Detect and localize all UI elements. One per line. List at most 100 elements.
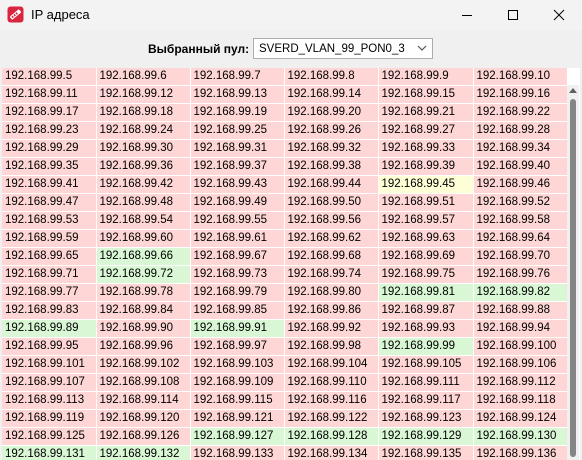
ip-cell[interactable]: 192.168.99.20 (284, 103, 379, 122)
ip-cell[interactable]: 192.168.99.127 (190, 427, 285, 446)
ip-cell[interactable]: 192.168.99.92 (284, 319, 379, 338)
maximize-button[interactable] (490, 0, 536, 30)
ip-cell[interactable]: 192.168.99.93 (378, 319, 474, 338)
ip-cell[interactable]: 192.168.99.107 (2, 373, 97, 392)
minimize-button[interactable] (444, 0, 490, 30)
ip-cell[interactable]: 192.168.99.129 (378, 427, 474, 446)
ip-cell[interactable]: 192.168.99.12 (96, 85, 191, 104)
ip-cell[interactable]: 192.168.99.101 (2, 355, 97, 374)
ip-cell[interactable]: 192.168.99.28 (473, 121, 568, 140)
ip-cell[interactable]: 192.168.99.56 (284, 211, 379, 230)
ip-cell[interactable]: 192.168.99.133 (190, 445, 285, 460)
ip-cell[interactable]: 192.168.99.50 (284, 193, 379, 212)
ip-cell[interactable]: 192.168.99.73 (190, 265, 285, 284)
ip-cell[interactable]: 192.168.99.77 (2, 283, 97, 302)
ip-cell[interactable]: 192.168.99.35 (2, 157, 97, 176)
ip-cell[interactable]: 192.168.99.95 (2, 337, 97, 356)
ip-cell[interactable]: 192.168.99.117 (378, 391, 474, 410)
ip-cell[interactable]: 192.168.99.70 (473, 247, 568, 266)
ip-cell[interactable]: 192.168.99.25 (190, 121, 285, 140)
ip-cell[interactable]: 192.168.99.53 (2, 211, 97, 230)
ip-cell[interactable]: 192.168.99.7 (190, 68, 285, 86)
ip-cell[interactable]: 192.168.99.48 (96, 193, 191, 212)
ip-cell[interactable]: 192.168.99.61 (190, 229, 285, 248)
ip-cell[interactable]: 192.168.99.76 (473, 265, 568, 284)
ip-cell[interactable]: 192.168.99.123 (378, 409, 474, 428)
ip-cell[interactable]: 192.168.99.90 (96, 319, 191, 338)
ip-cell[interactable]: 192.168.99.75 (378, 265, 474, 284)
ip-cell[interactable]: 192.168.99.33 (378, 139, 474, 158)
ip-cell[interactable]: 192.168.99.135 (378, 445, 474, 460)
ip-cell[interactable]: 192.168.99.69 (378, 247, 474, 266)
ip-cell[interactable]: 192.168.99.106 (473, 355, 568, 374)
ip-cell[interactable]: 192.168.99.66 (96, 247, 191, 266)
ip-cell[interactable]: 192.168.99.55 (190, 211, 285, 230)
ip-cell[interactable]: 192.168.99.9 (378, 68, 474, 86)
ip-cell[interactable]: 192.168.99.87 (378, 301, 474, 320)
ip-cell[interactable]: 192.168.99.108 (96, 373, 191, 392)
ip-cell[interactable]: 192.168.99.23 (2, 121, 97, 140)
ip-cell[interactable]: 192.168.99.83 (2, 301, 97, 320)
ip-cell[interactable]: 192.168.99.126 (96, 427, 191, 446)
ip-cell[interactable]: 192.168.99.68 (284, 247, 379, 266)
pool-dropdown[interactable]: SVERD_VLAN_99_PON0_3 (253, 38, 433, 59)
ip-cell[interactable]: 192.168.99.67 (190, 247, 285, 266)
ip-cell[interactable]: 192.168.99.109 (190, 373, 285, 392)
ip-cell[interactable]: 192.168.99.111 (378, 373, 474, 392)
ip-cell[interactable]: 192.168.99.81 (378, 283, 474, 302)
ip-cell[interactable]: 192.168.99.79 (190, 283, 285, 302)
ip-cell[interactable]: 192.168.99.120 (96, 409, 191, 428)
ip-cell[interactable]: 192.168.99.18 (96, 103, 191, 122)
ip-cell[interactable]: 192.168.99.119 (2, 409, 97, 428)
ip-cell[interactable]: 192.168.99.8 (284, 68, 379, 86)
ip-cell[interactable]: 192.168.99.94 (473, 319, 568, 338)
ip-cell[interactable]: 192.168.99.63 (378, 229, 474, 248)
ip-cell[interactable]: 192.168.99.118 (473, 391, 568, 410)
ip-cell[interactable]: 192.168.99.134 (284, 445, 379, 460)
ip-cell[interactable]: 192.168.99.46 (473, 175, 568, 194)
ip-cell[interactable]: 192.168.99.124 (473, 409, 568, 428)
ip-cell[interactable]: 192.168.99.21 (378, 103, 474, 122)
ip-cell[interactable]: 192.168.99.11 (2, 85, 97, 104)
ip-cell[interactable]: 192.168.99.15 (378, 85, 474, 104)
ip-cell[interactable]: 192.168.99.113 (2, 391, 97, 410)
ip-cell[interactable]: 192.168.99.105 (378, 355, 474, 374)
ip-cell[interactable]: 192.168.99.103 (190, 355, 285, 374)
title-bar[interactable]: IP адреса (0, 0, 582, 30)
ip-cell[interactable]: 192.168.99.84 (96, 301, 191, 320)
ip-cell[interactable]: 192.168.99.58 (473, 211, 568, 230)
ip-cell[interactable]: 192.168.99.37 (190, 157, 285, 176)
ip-cell[interactable]: 192.168.99.26 (284, 121, 379, 140)
ip-cell[interactable]: 192.168.99.39 (378, 157, 474, 176)
ip-cell[interactable]: 192.168.99.128 (284, 427, 379, 446)
ip-cell[interactable]: 192.168.99.98 (284, 337, 379, 356)
ip-cell[interactable]: 192.168.99.13 (190, 85, 285, 104)
ip-cell[interactable]: 192.168.99.59 (2, 229, 97, 248)
ip-cell[interactable]: 192.168.99.49 (190, 193, 285, 212)
ip-cell[interactable]: 192.168.99.74 (284, 265, 379, 284)
ip-cell[interactable]: 192.168.99.14 (284, 85, 379, 104)
ip-cell[interactable]: 192.168.99.41 (2, 175, 97, 194)
ip-cell[interactable]: 192.168.99.115 (190, 391, 285, 410)
ip-cell[interactable]: 192.168.99.60 (96, 229, 191, 248)
ip-cell[interactable]: 192.168.99.38 (284, 157, 379, 176)
ip-cell[interactable]: 192.168.99.27 (378, 121, 474, 140)
ip-cell[interactable]: 192.168.99.96 (96, 337, 191, 356)
ip-cell[interactable]: 192.168.99.130 (473, 427, 568, 446)
ip-cell[interactable]: 192.168.99.36 (96, 157, 191, 176)
ip-cell[interactable]: 192.168.99.16 (473, 85, 568, 104)
ip-cell[interactable]: 192.168.99.82 (473, 283, 568, 302)
ip-cell[interactable]: 192.168.99.29 (2, 139, 97, 158)
ip-cell[interactable]: 192.168.99.136 (473, 445, 568, 460)
ip-cell[interactable]: 192.168.99.24 (96, 121, 191, 140)
ip-cell[interactable]: 192.168.99.44 (284, 175, 379, 194)
ip-cell[interactable]: 192.168.99.89 (2, 319, 97, 338)
ip-cell[interactable]: 192.168.99.86 (284, 301, 379, 320)
ip-cell[interactable]: 192.168.99.47 (2, 193, 97, 212)
ip-cell[interactable]: 192.168.99.43 (190, 175, 285, 194)
ip-cell[interactable]: 192.168.99.114 (96, 391, 191, 410)
scroll-up-arrow-icon[interactable] (567, 85, 579, 97)
ip-grid[interactable]: 192.168.99.5 192.168.99.6 192.168.99.7 192.… (2, 68, 580, 460)
ip-cell[interactable]: 192.168.99.65 (2, 247, 97, 266)
ip-cell[interactable]: 192.168.99.97 (190, 337, 285, 356)
